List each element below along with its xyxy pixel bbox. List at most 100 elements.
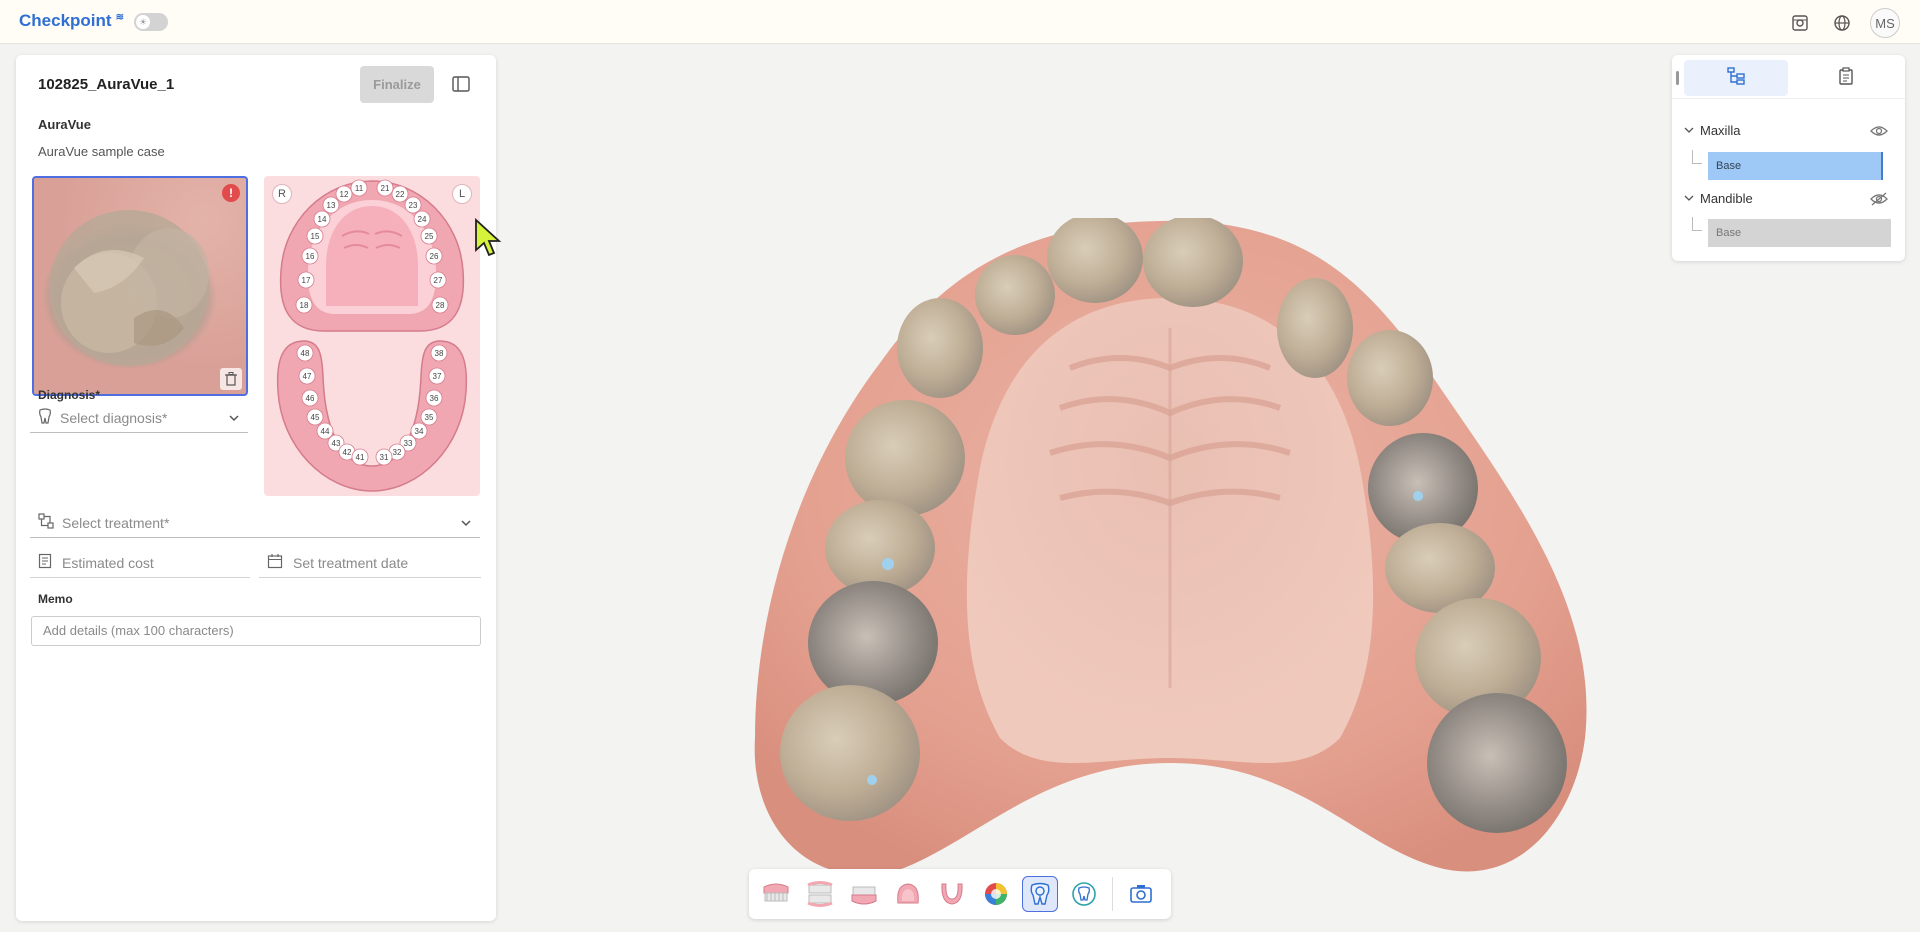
upper-tooth-number-24: 24 (418, 215, 427, 224)
tooth-image-thumbnail[interactable]: ! (32, 176, 248, 396)
lower-tooth-number-42: 42 (343, 448, 352, 457)
view-toolbar (749, 869, 1171, 919)
brand-mark-icon: ≋ (115, 11, 124, 23)
tree-connector (1692, 217, 1702, 231)
lower-tooth-number-44: 44 (321, 427, 330, 436)
alert-icon: ! (222, 184, 240, 202)
tab-model-tree[interactable] (1684, 60, 1788, 96)
occlusion-icon[interactable] (802, 876, 838, 912)
top-bar: Checkpoint ≋ ☀ MS (0, 0, 1920, 44)
upper-tooth-number-28: 28 (436, 301, 445, 310)
tree-node-maxilla[interactable]: Maxilla (1684, 123, 1740, 138)
drag-handle[interactable] (1676, 71, 1679, 85)
color-wheel-icon[interactable] (978, 876, 1014, 912)
upper-tooth-number-11: 11 (355, 184, 364, 193)
upper-tooth-number-17: 17 (302, 276, 311, 285)
tooth-chart: R L 11 21 12 22 13 23 14 24 15 25 16 26 17 27 18 28 48 38… (264, 176, 480, 496)
estimated-cost-field[interactable]: Estimated cost (30, 548, 250, 578)
chevron-down-icon[interactable] (1684, 123, 1694, 138)
3d-model-viewport[interactable] (740, 213, 1600, 888)
clipboard-icon (1837, 66, 1855, 90)
upper-tooth-number-25: 25 (425, 232, 434, 241)
lower-tooth-number-48: 48 (301, 349, 310, 358)
globe-icon[interactable] (1828, 9, 1856, 37)
scanner-icon[interactable] (1786, 9, 1814, 37)
chevron-down-icon (460, 516, 472, 532)
sidebar-toggle-icon[interactable] (450, 73, 472, 95)
diagnosis-select[interactable]: Select diagnosis* (30, 403, 248, 433)
eye-off-icon[interactable] (1870, 192, 1888, 211)
cost-placeholder: Estimated cost (62, 554, 154, 571)
lower-tooth-number-45: 45 (311, 413, 320, 422)
finalize-button[interactable]: Finalize (360, 66, 434, 103)
sun-icon: ☀ (136, 15, 150, 29)
treatment-icon (38, 513, 54, 532)
lower-tooth-number-37: 37 (433, 372, 442, 381)
tab-report[interactable] (1794, 60, 1898, 96)
case-panel: 102825_AuraVue_1 Finalize AuraVue AuraVu… (16, 55, 496, 921)
upper-tooth-number-15: 15 (311, 232, 320, 241)
lower-tooth-number-38: 38 (435, 349, 444, 358)
mandible-label: Mandible (1700, 191, 1753, 206)
tree-connector (1692, 150, 1702, 164)
palate-icon[interactable] (890, 876, 926, 912)
receipt-icon (38, 553, 52, 572)
lower-tooth-number-31: 31 (380, 453, 389, 462)
app-title: Checkpoint (19, 11, 112, 30)
case-name: AuraVue (38, 117, 91, 132)
upper-tooth-number-16: 16 (306, 252, 315, 261)
memo-input[interactable]: Add details (max 100 characters) (31, 616, 481, 646)
panel-tabs (1672, 55, 1905, 99)
treatment-select[interactable]: Select treatment* (30, 508, 480, 538)
camera-icon[interactable] (1123, 876, 1159, 912)
upper-jaw-icon[interactable] (758, 876, 794, 912)
app-logo[interactable]: Checkpoint ≋ (19, 11, 124, 31)
user-avatar[interactable]: MS (1870, 8, 1900, 38)
model-tree-panel: Maxilla Base Mandible Base (1672, 55, 1905, 261)
tooth-search-icon[interactable] (1022, 876, 1058, 912)
calendar-icon (267, 553, 283, 572)
treatment-date-field[interactable]: Set treatment date (259, 548, 481, 578)
lower-tooth-number-32: 32 (393, 448, 402, 457)
lower-tooth-number-41: 41 (356, 453, 365, 462)
upper-tooth-number-27: 27 (434, 276, 443, 285)
lower-tooth-number-34: 34 (415, 427, 424, 436)
diagnosis-label: Diagnosis* (38, 388, 101, 402)
tooth-chart-diagram: 11 21 12 22 13 23 14 24 15 25 16 26 17 27 18 28 48 38 47 37… (276, 179, 468, 492)
lower-tooth-number-46: 46 (306, 394, 315, 403)
chevron-down-icon[interactable] (1684, 191, 1694, 206)
lower-tooth-number-35: 35 (425, 413, 434, 422)
diagnosis-placeholder: Select diagnosis* (60, 409, 168, 426)
mouse-cursor-icon (474, 217, 502, 263)
tree-leaf-maxilla-base[interactable]: Base (1708, 152, 1883, 180)
upper-tooth-number-22: 22 (396, 190, 405, 199)
lower-jaw-icon[interactable] (846, 876, 882, 912)
date-placeholder: Set treatment date (293, 554, 409, 571)
upper-tooth-number-26: 26 (430, 252, 439, 261)
lower-tooth-number-47: 47 (303, 372, 312, 381)
upper-tooth-number-18: 18 (300, 301, 309, 310)
toolbar-divider (1112, 877, 1113, 911)
tree-node-mandible[interactable]: Mandible (1684, 191, 1753, 206)
memo-label: Memo (38, 592, 73, 606)
lower-tooth-number-33: 33 (404, 439, 413, 448)
tooth-icon (38, 408, 52, 427)
eye-icon[interactable] (1870, 124, 1888, 143)
arch-icon[interactable] (934, 876, 970, 912)
trash-icon[interactable] (220, 368, 242, 390)
chevron-down-icon (228, 411, 240, 427)
tooth-check-icon[interactable] (1066, 876, 1102, 912)
case-description: AuraVue sample case (38, 144, 165, 159)
maxilla-label: Maxilla (1700, 123, 1741, 138)
lower-tooth-number-43: 43 (332, 439, 341, 448)
treatment-placeholder: Select treatment* (62, 514, 170, 531)
tree-leaf-mandible-base[interactable]: Base (1708, 219, 1891, 247)
hierarchy-icon (1727, 66, 1745, 90)
mode-toggle[interactable]: ☀ (134, 13, 168, 31)
upper-tooth-number-23: 23 (409, 201, 418, 210)
lower-tooth-number-36: 36 (430, 394, 439, 403)
upper-tooth-number-13: 13 (327, 201, 336, 210)
upper-tooth-number-21: 21 (381, 184, 390, 193)
upper-tooth-number-12: 12 (340, 190, 349, 199)
case-id: 102825_AuraVue_1 (38, 76, 175, 93)
